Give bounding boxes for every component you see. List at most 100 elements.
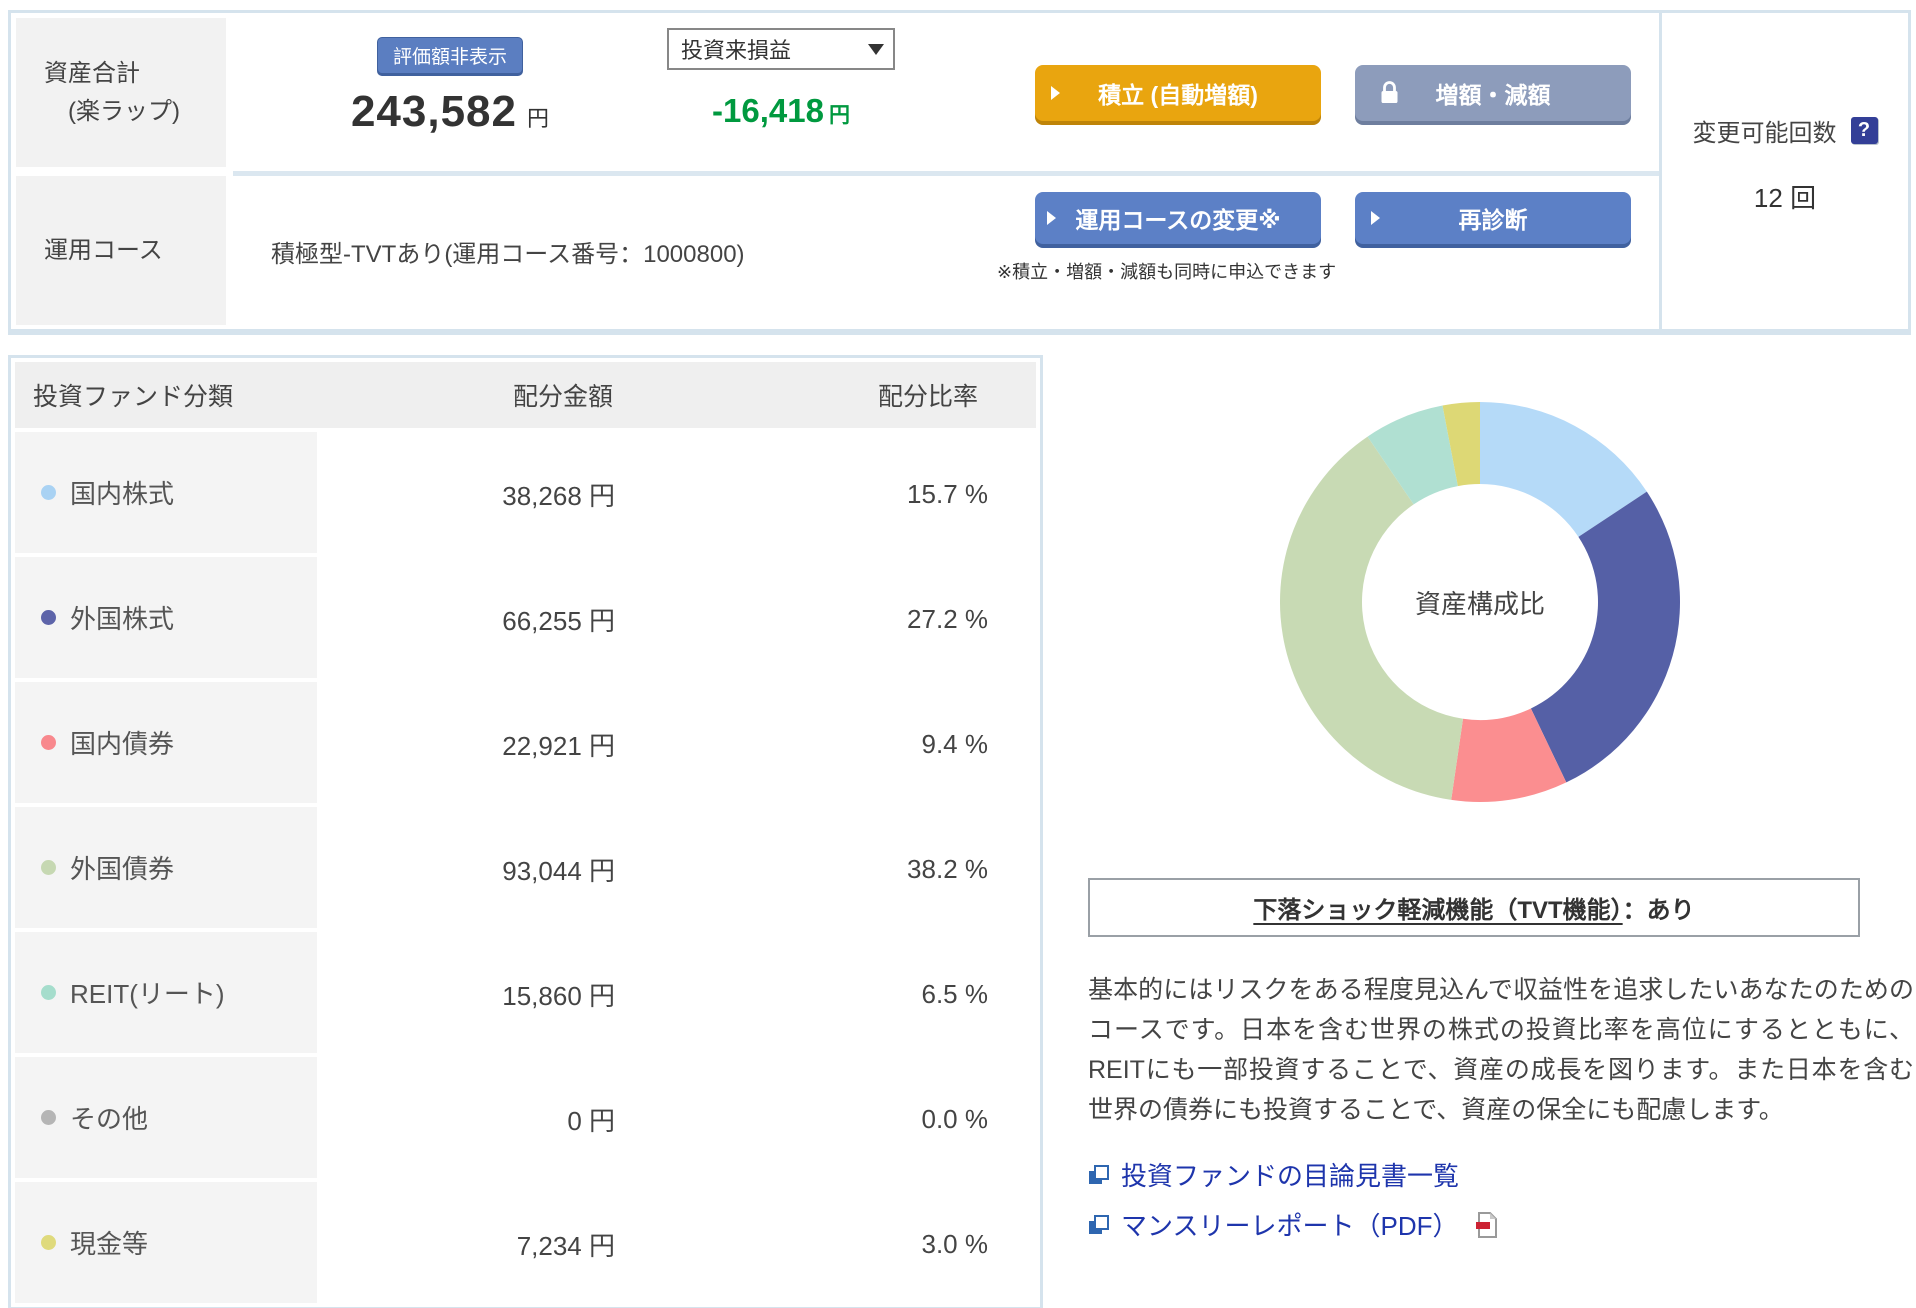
allocation-ratio: 27.2 % xyxy=(907,604,988,634)
fund-category-cell: 国内債券 xyxy=(15,682,317,803)
tsumitate-button-label: 積立 (自動増額) xyxy=(1098,82,1258,108)
donut-center-label: 資産構成比 xyxy=(1414,588,1545,619)
asset-total-label-cell: 資産合計 (楽ラップ) xyxy=(16,18,226,167)
fund-category-cell: その他 xyxy=(15,1057,317,1178)
course-change-button-label: 運用コースの変更※ xyxy=(1075,207,1281,233)
allocation-ratio: 9.4 % xyxy=(921,729,989,759)
category-color-dot xyxy=(41,485,56,500)
table-row: 外国株式 66,255 円 27.2 % xyxy=(11,557,1040,682)
asset-total-unit: 円 xyxy=(527,106,550,131)
category-color-dot xyxy=(41,735,56,750)
table-row: 国内株式 38,268 円 15.7 % xyxy=(11,432,1040,557)
fund-category-label: 外国株式 xyxy=(70,604,175,634)
header-allocation-amount: 配分金額 xyxy=(512,383,613,411)
allocation-ratio: 3.0 % xyxy=(921,1229,989,1259)
hide-valuation-button[interactable]: 評価額非表示 xyxy=(376,37,523,74)
fund-category-label: 現金等 xyxy=(70,1229,149,1259)
allocation-amount: 7,234 円 xyxy=(516,1231,615,1261)
course-change-button[interactable]: 運用コースの変更※ xyxy=(1035,192,1321,244)
monthly-report-link[interactable]: マンスリーレポート（PDF） xyxy=(1088,1206,1914,1243)
prospectus-link[interactable]: 投資ファンドの目論見書一覧 xyxy=(1088,1156,1914,1193)
asset-total-row: 評価額非表示 243,582 円 投資来損益 -16,418 円 積立 (自動増額) xyxy=(233,13,1659,171)
table-row: その他 0 円 0.0 % xyxy=(11,1057,1040,1182)
allocation-amount: 38,268 円 xyxy=(502,481,615,511)
allocation-amount: 22,921 円 xyxy=(502,731,615,761)
profit-loss-dropdown-value: 投資来損益 xyxy=(681,38,792,63)
rediagnose-button-label: 再診断 xyxy=(1458,207,1528,233)
allocation-ratio: 15.7 % xyxy=(907,479,988,509)
fund-category-cell: 現金等 xyxy=(15,1182,317,1303)
fund-category-label: 国内債券 xyxy=(70,729,175,759)
allocation-amount: 0 円 xyxy=(567,1106,615,1136)
external-link-icon xyxy=(1089,1214,1109,1234)
change-count-value: 12 回 xyxy=(1753,183,1817,213)
fund-category-label: 外国債券 xyxy=(70,854,175,884)
tvt-feature-status: ：あり xyxy=(1622,897,1695,924)
zougaku-gengaku-button[interactable]: 増額・減額 xyxy=(1355,65,1631,121)
rakuten-wrap-page: 資産合計 (楽ラップ) 評価額非表示 243,582 円 投資来損益 -16,41… xyxy=(0,0,1916,1308)
category-color-dot xyxy=(41,610,56,625)
header-allocation-ratio: 配分比率 xyxy=(877,383,978,411)
prospectus-link-label: 投資ファンドの目論見書一覧 xyxy=(1121,1161,1460,1191)
course-label: 運用コース xyxy=(44,236,163,264)
arrow-right-icon xyxy=(1047,211,1056,225)
fund-category-label: その他 xyxy=(70,1104,149,1134)
tsumitate-button[interactable]: 積立 (自動増額) xyxy=(1035,65,1321,121)
category-color-dot xyxy=(41,860,56,875)
allocation-table-body: 国内株式 38,268 円 15.7 % 外国株式 66,255 円 27.2 % 国内債券… xyxy=(11,432,1040,1307)
simultaneous-apply-note: ※積立・増額・減額も同時に申込できます xyxy=(997,262,1337,282)
external-link-icon xyxy=(1089,1164,1109,1184)
allocation-amount: 15,860 円 xyxy=(502,981,615,1011)
table-row: REIT(リート) 15,860 円 6.5 % xyxy=(11,932,1040,1057)
change-count-cell: 変更可能回数 ? 12 回 xyxy=(1659,13,1908,329)
asset-total-sublabel: (楽ラップ) xyxy=(68,97,180,125)
rediagnose-button[interactable]: 再診断 xyxy=(1355,192,1631,244)
tvt-feature-box: 下落ショック軽減機能（TVT機能）：あり xyxy=(1088,878,1860,937)
asset-total-amount: 243,582 円 xyxy=(233,87,667,137)
zougaku-gengaku-button-label: 増額・減額 xyxy=(1435,82,1551,108)
lock-icon xyxy=(1381,81,1398,103)
fund-category-cell: 外国債券 xyxy=(15,807,317,928)
table-row: 現金等 7,234 円 3.0 % xyxy=(11,1182,1040,1307)
header-fund-category: 投資ファンド分類 xyxy=(33,383,234,411)
asset-composition-chart: 資産構成比 xyxy=(1270,392,1690,812)
document-links: 投資ファンドの目論見書一覧 マンスリーレポート（PDF） xyxy=(1088,1156,1914,1243)
course-row: 積極型-TVTあり(運用コース番号：1000800) 運用コースの変更※ 再診断… xyxy=(233,171,1659,329)
category-color-dot xyxy=(41,1110,56,1125)
monthly-report-link-label: マンスリーレポート（PDF） xyxy=(1121,1211,1459,1241)
arrow-right-icon xyxy=(1371,211,1380,225)
course-description: 基本的にはリスクをある程度見込んで収益性を追求したいあなたのためのコースです。日… xyxy=(1088,976,1914,1124)
summary-buttons-row1: 積立 (自動増額) 増額・減額 xyxy=(1035,25,1659,121)
course-name: 積極型-TVTあり(運用コース番号：1000800) xyxy=(271,241,745,268)
allocation-table-header: 投資ファンド分類 配分金額 配分比率 xyxy=(15,362,1036,428)
allocation-ratio: 0.0 % xyxy=(921,1104,989,1134)
dropdown-arrow-icon xyxy=(868,43,884,55)
allocation-ratio: 38.2 % xyxy=(907,854,988,884)
fund-category-label: 国内株式 xyxy=(70,479,175,509)
allocation-amount: 93,044 円 xyxy=(502,856,615,886)
pdf-file-icon xyxy=(1476,1211,1498,1238)
category-color-dot xyxy=(41,985,56,1000)
profit-loss-unit: 円 xyxy=(828,104,850,127)
profit-loss-number: -16,418 xyxy=(712,92,824,129)
asset-value-block: 評価額非表示 243,582 円 xyxy=(233,25,667,137)
fund-category-cell: REIT(リート) xyxy=(15,932,317,1053)
asset-total-label: 資産合計 xyxy=(44,60,140,88)
fund-category-cell: 外国株式 xyxy=(15,557,317,678)
table-row: 国内債券 22,921 円 9.4 % xyxy=(11,682,1040,807)
profit-loss-amount: -16,418 円 xyxy=(667,92,895,130)
allocation-table: 投資ファンド分類 配分金額 配分比率 国内株式 38,268 円 15.7 % 外国株… xyxy=(8,355,1043,1308)
table-row: 外国債券 93,044 円 38.2 % xyxy=(11,807,1040,932)
asset-summary-panel: 資産合計 (楽ラップ) 評価額非表示 243,582 円 投資来損益 -16,41… xyxy=(8,10,1911,335)
allocation-amount: 66,255 円 xyxy=(502,606,615,636)
allocation-ratio: 6.5 % xyxy=(921,979,989,1009)
asset-total-number: 243,582 xyxy=(350,87,518,136)
profit-loss-block: 投資来損益 -16,418 円 xyxy=(667,25,895,130)
allocation-section: 投資ファンド分類 配分金額 配分比率 国内株式 38,268 円 15.7 % 外国株… xyxy=(8,355,1914,1308)
summary-buttons-row2: 運用コースの変更※ 再診断 ※積立・増額・減額も同時に申込できます xyxy=(997,176,1659,284)
category-color-dot xyxy=(41,1235,56,1250)
help-icon[interactable]: ? xyxy=(1850,117,1878,144)
change-count-label: 変更可能回数 xyxy=(1692,120,1837,147)
profit-loss-dropdown[interactable]: 投資来損益 xyxy=(667,28,895,70)
course-info-panel: 資産構成比 下落ショック軽減機能（TVT機能）：あり 基本的にはリスクをある程度… xyxy=(1088,355,1914,1308)
